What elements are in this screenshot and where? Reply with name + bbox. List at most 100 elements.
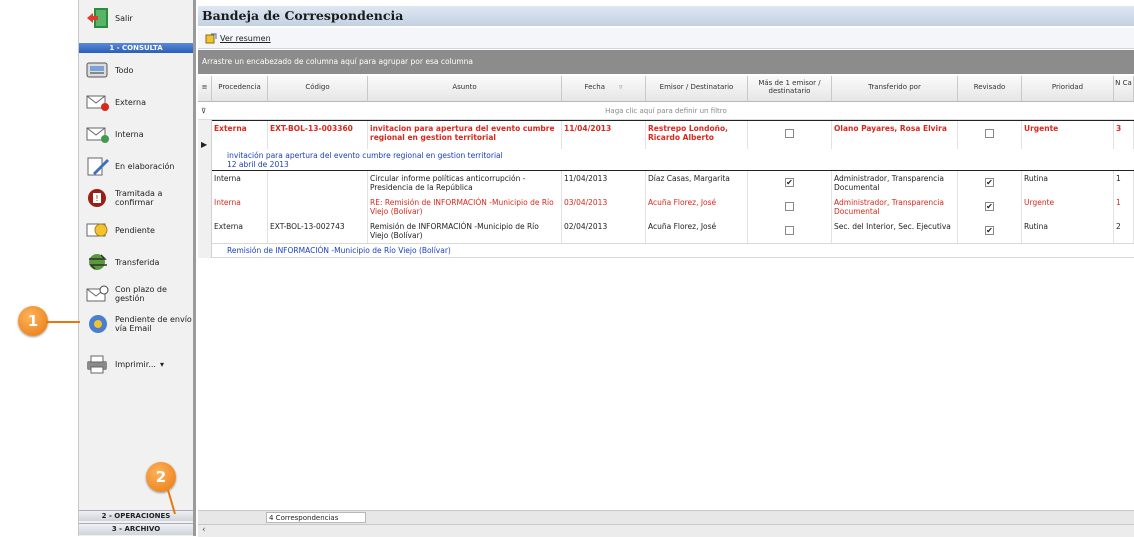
preview-subject: Remisión de INFORMACIÓN -Municipio de Rí… [227, 246, 451, 255]
cell-prioridad: Urgente [1022, 195, 1114, 219]
cell-asunto: RE: Remisión de INFORMACIÓN -Municipio d… [368, 195, 562, 219]
drafting-icon [87, 157, 109, 176]
column-chooser[interactable]: ≡ [198, 76, 212, 102]
sidebar-item-label: Con plazo de gestión [115, 285, 167, 303]
header-fecha[interactable]: Fecha ▿ [562, 76, 646, 102]
pending-icon [86, 223, 108, 237]
print-button[interactable]: Imprimir... ▾ [85, 352, 164, 376]
cell-transferido: Olano Payares, Rosa Elvira [832, 121, 958, 149]
exit-button[interactable]: Salir [85, 6, 133, 30]
current-row-arrow-icon: ▶ [201, 140, 208, 149]
header-prioridad[interactable]: Prioridad [1022, 76, 1114, 102]
sidebar-item-pendiente[interactable]: Pendiente [85, 218, 155, 242]
header-codigo[interactable]: Código [268, 76, 368, 102]
page-title: Bandeja de Correspondencia [198, 6, 1134, 26]
sidebar-item-email[interactable]: Pendiente de envío vía Email [85, 312, 193, 336]
internal-mail-icon [86, 127, 109, 143]
header-revisado[interactable]: Revisado [958, 76, 1022, 102]
printer-icon [87, 355, 107, 374]
cell-revisado: ✔ [958, 219, 1022, 243]
sidebar-item-todo[interactable]: Todo [85, 58, 133, 82]
cell-asunto: invitacion para apertura del evento cumb… [368, 121, 562, 149]
cell-revisado: ✔ [958, 171, 1022, 195]
row-indicator-column: ▶ [198, 120, 212, 258]
cell-emisor: Restrepo Londoño, Ricardo Alberto [646, 121, 748, 149]
filter-hint: Haga clic aquí para definir un filtro [605, 107, 727, 115]
main-area: Bandeja de Correspondencia Ver resumen A… [198, 0, 1134, 537]
row-preview: Remisión de INFORMACIÓN -Municipio de Rí… [212, 244, 1134, 258]
cell-procedencia: Interna [212, 171, 268, 195]
external-mail-icon [86, 95, 109, 111]
deadline-mail-icon [86, 285, 109, 302]
filter-row[interactable]: ⊽ Haga clic aquí para definir un filtro [198, 103, 1134, 120]
cell-fecha: 11/04/2013 [562, 171, 646, 195]
mas-emisor-checkbox[interactable] [785, 129, 794, 138]
sidebar-item-label: Pendiente de envío vía Email [115, 315, 192, 333]
revisado-checkbox[interactable]: ✔ [985, 202, 994, 211]
processed-confirm-icon: ! [88, 189, 106, 207]
cell-asunto: Circular informe políticas anticorrupció… [368, 171, 562, 195]
section-archivo[interactable]: 3 - ARCHIVO [79, 523, 193, 535]
cell-emisor: Acuña Florez, José [646, 195, 748, 219]
header-procedencia[interactable]: Procedencia [212, 76, 268, 102]
cell-transferido: Administrador, Transparencia Documental [832, 171, 958, 195]
cell-revisado: ✔ [958, 195, 1022, 219]
sidebar-item-transferida[interactable]: Transferida [85, 250, 159, 274]
group-by-area[interactable]: Arrastre un encabezado de columna aquí p… [198, 50, 1134, 74]
header-asunto[interactable]: Asunto [368, 76, 562, 102]
sort-desc-icon: ▿ [619, 83, 623, 91]
sidebar-item-elaboracion[interactable]: En elaboración [85, 154, 174, 178]
cell-fecha: 03/04/2013 [562, 195, 646, 219]
horizontal-scrollbar[interactable]: ‹ [198, 524, 1134, 537]
chevron-down-icon[interactable]: ▾ [160, 360, 164, 369]
sidebar-item-label: Interna [115, 129, 144, 139]
revisado-checkbox[interactable] [985, 129, 994, 138]
exit-door-icon [87, 8, 108, 28]
header-n-ca[interactable]: N Ca [1114, 76, 1134, 102]
mas-emisor-checkbox[interactable] [785, 226, 794, 235]
section-consulta[interactable]: 1 - CONSULTA [79, 43, 193, 53]
header-transferido[interactable]: Transferido por [832, 76, 958, 102]
mas-emisor-checkbox[interactable] [785, 202, 794, 211]
callout-2: 2 [146, 462, 176, 492]
cell-codigo: EXT-BOL-13-003360 [268, 121, 368, 149]
sidebar-item-interna[interactable]: Interna [85, 122, 144, 146]
toolbar: Ver resumen [198, 28, 1134, 49]
cell-mas-emisor: ✔ [748, 171, 832, 195]
cell-transferido: Administrador, Transparencia Documental [832, 195, 958, 219]
cell-emisor: Acuña Florez, José [646, 219, 748, 243]
sidebar-item-externa[interactable]: Externa [85, 90, 146, 114]
cell-asunto: Remisión de INFORMACIÓN -Municipio de Rí… [368, 219, 562, 243]
summary-icon [205, 33, 217, 43]
cell-fecha: 11/04/2013 [562, 121, 646, 149]
table-row[interactable]: Interna RE: Remisión de INFORMACIÓN -Mun… [212, 195, 1134, 220]
email-pending-icon [89, 315, 107, 333]
sidebar: Salir 1 - CONSULTA Todo Externa Interna … [78, 0, 196, 536]
sidebar-item-label: Tramitada a confirmar [115, 189, 163, 207]
cell-transferido: Sec. del Interior, Sec. Ejecutiva [832, 219, 958, 243]
cell-codigo [268, 195, 368, 219]
cell-codigo [268, 171, 368, 195]
revisado-checkbox[interactable]: ✔ [985, 178, 994, 187]
sidebar-item-label: Transferida [115, 257, 160, 267]
callout-2-arrow-icon [167, 490, 176, 514]
sidebar-item-plazo[interactable]: Con plazo de gestión [85, 282, 193, 306]
header-mas-emisor[interactable]: Más de 1 emisor / destinatario [748, 76, 832, 102]
cell-emisor: Díaz Casas, Margarita [646, 171, 748, 195]
print-label: Imprimir... [115, 359, 156, 369]
sidebar-item-label: Externa [115, 97, 146, 107]
table-row[interactable]: Externa EXT-BOL-13-003360 invitacion par… [212, 120, 1134, 150]
cell-prioridad: Rutina [1022, 219, 1114, 243]
cell-n: 1 [1114, 171, 1134, 195]
header-emisor[interactable]: Emisor / Destinatario [646, 76, 748, 102]
mas-emisor-checkbox[interactable]: ✔ [785, 178, 794, 187]
cell-procedencia: Externa [212, 219, 268, 243]
table-row[interactable]: Interna Circular informe políticas antic… [212, 171, 1134, 196]
ver-resumen-button[interactable]: Ver resumen [205, 31, 271, 45]
table-row[interactable]: Externa EXT-BOL-13-002743 Remisión de IN… [212, 219, 1134, 244]
sidebar-item-tramitada[interactable]: ! Tramitada a confirmar [85, 186, 193, 210]
revisado-checkbox[interactable]: ✔ [985, 226, 994, 235]
scroll-left-icon[interactable]: ‹ [202, 525, 206, 535]
grid-footer: 4 Correspondencias [198, 510, 1134, 524]
cell-mas-emisor [748, 121, 832, 149]
